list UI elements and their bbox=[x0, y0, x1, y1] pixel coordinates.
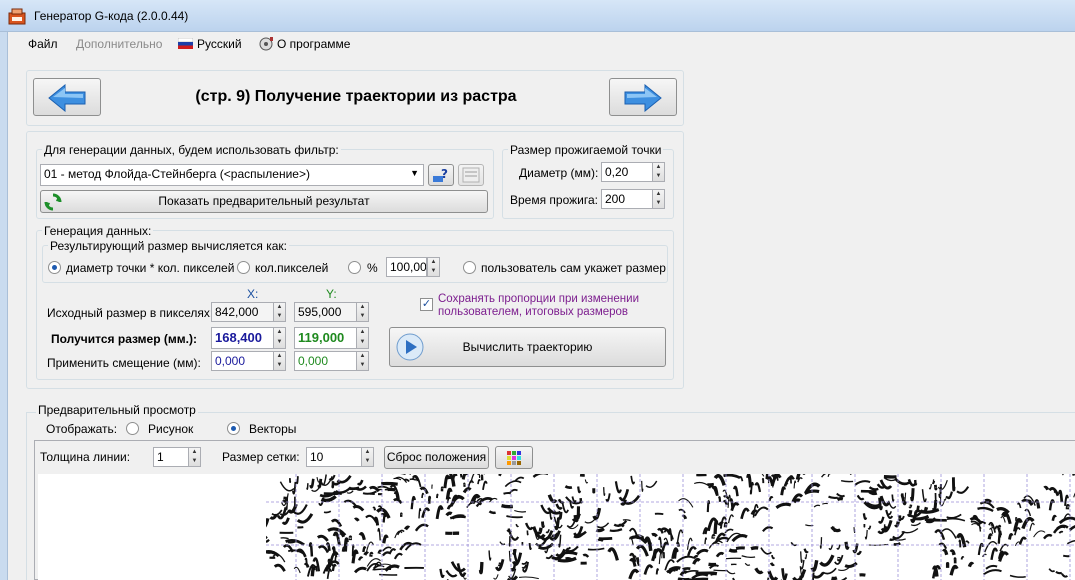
arrow-right-icon bbox=[624, 83, 662, 113]
offset-x-input[interactable]: 0,000 bbox=[211, 351, 274, 371]
filter-help-button[interactable]: ? bbox=[428, 164, 454, 186]
raster-preview-image bbox=[266, 474, 1075, 580]
x-header: X: bbox=[247, 287, 259, 301]
offset-y-spinner[interactable]: ▲ ▼ bbox=[356, 351, 369, 371]
window-title: Генератор G-кода (2.0.0.44) bbox=[34, 9, 189, 23]
menu-advanced[interactable]: Дополнительно bbox=[76, 37, 162, 51]
offset-y-input[interactable]: 0,000 bbox=[294, 351, 357, 371]
menu-file[interactable]: Файл bbox=[28, 37, 58, 51]
result-y-input[interactable]: 119,000 bbox=[294, 327, 357, 349]
radio-dot-diameter-label: диаметр точки * кол. пикселей bbox=[66, 261, 235, 275]
refresh-icon bbox=[44, 193, 62, 211]
radio-display-vectors-label: Векторы bbox=[249, 422, 297, 436]
burn-time-spinner[interactable]: ▲ ▼ bbox=[652, 189, 665, 209]
menu-about[interactable]: О программе bbox=[277, 37, 350, 51]
result-size-group-label: Результирующий размер вычисляется как: bbox=[48, 239, 289, 253]
result-size-label: Получится размер (мм.): bbox=[51, 332, 197, 346]
line-width-spinner[interactable]: ▲ ▼ bbox=[188, 447, 201, 467]
radio-user-size-label: пользователь сам укажет размер bbox=[481, 261, 666, 275]
filter-settings-button[interactable] bbox=[458, 164, 484, 186]
radio-percent-label: % bbox=[367, 261, 378, 275]
radio-pixel-count-label: кол.пикселей bbox=[255, 261, 329, 275]
grid-size-input[interactable]: 10 bbox=[306, 447, 362, 467]
radio-percent[interactable] bbox=[348, 261, 361, 274]
radio-display-picture[interactable] bbox=[126, 422, 139, 435]
settings-sheet-icon bbox=[462, 167, 480, 183]
radio-user-size[interactable] bbox=[463, 261, 476, 274]
palette-icon bbox=[507, 451, 521, 465]
reset-position-button[interactable]: Сброс положения bbox=[384, 446, 489, 469]
calculate-trajectory-button[interactable]: Вычислить траекторию bbox=[389, 327, 666, 367]
title-bar: Генератор G-кода (2.0.0.44) bbox=[0, 0, 1075, 32]
radio-display-vectors[interactable] bbox=[227, 422, 240, 435]
source-size-label: Исходный размер в пикселях: bbox=[47, 306, 214, 320]
app-icon bbox=[8, 8, 26, 25]
display-label: Отображать: bbox=[46, 422, 118, 436]
back-button[interactable] bbox=[33, 78, 101, 116]
dot-size-group-label: Размер прожигаемой точки bbox=[508, 143, 664, 157]
percent-spinner[interactable]: ▲ ▼ bbox=[427, 257, 440, 277]
next-button[interactable] bbox=[609, 78, 677, 116]
filter-select[interactable]: 01 - метод Флойда-Стейнберга (<распылени… bbox=[40, 164, 424, 186]
offset-label: Применить смещение (мм): bbox=[47, 356, 201, 370]
radio-pixel-count[interactable] bbox=[237, 261, 250, 274]
result-x-spinner[interactable]: ▲ ▼ bbox=[273, 327, 286, 349]
source-x-spinner[interactable]: ▲ ▼ bbox=[273, 302, 286, 322]
play-icon bbox=[396, 333, 424, 361]
preview-result-label: Показать предварительный результат bbox=[158, 194, 370, 208]
generation-group-label: Генерация данных: bbox=[42, 224, 154, 238]
arrow-left-icon bbox=[48, 83, 86, 113]
result-x-input[interactable]: 168,400 bbox=[211, 327, 274, 349]
grid-size-spinner[interactable]: ▲ ▼ bbox=[361, 447, 374, 467]
filter-select-value: 01 - метод Флойда-Стейнберга (<распылени… bbox=[44, 167, 310, 181]
diameter-label: Диаметр (мм): bbox=[519, 166, 599, 180]
burn-time-input[interactable]: 200 bbox=[601, 189, 653, 209]
svg-text:?: ? bbox=[441, 167, 448, 181]
source-y-input[interactable]: 595,000 bbox=[294, 302, 357, 322]
diameter-input[interactable]: 0,20 bbox=[601, 162, 653, 182]
offset-x-spinner[interactable]: ▲ ▼ bbox=[273, 351, 286, 371]
diameter-spinner[interactable]: ▲ ▼ bbox=[652, 162, 665, 182]
color-palette-button[interactable] bbox=[495, 446, 533, 469]
line-width-input[interactable]: 1 bbox=[153, 447, 189, 467]
page-title: (стр. 9) Получение траектории из растра bbox=[195, 88, 517, 105]
menu-language[interactable]: Русский bbox=[197, 37, 242, 51]
source-x-input[interactable]: 842,000 bbox=[211, 302, 274, 322]
source-y-spinner[interactable]: ▲ ▼ bbox=[356, 302, 369, 322]
keep-proportions-checkbox[interactable]: ✓ bbox=[420, 298, 433, 311]
help-icon: ? bbox=[433, 167, 448, 182]
y-header: Y: bbox=[326, 287, 337, 301]
percent-input[interactable]: 100,00 bbox=[386, 257, 427, 277]
line-width-label: Толщина линии: bbox=[40, 450, 131, 464]
preview-group-label: Предварительный просмотр bbox=[36, 403, 198, 417]
chevron-down-icon: ▼ bbox=[410, 168, 419, 178]
burn-time-label: Время прожига: bbox=[510, 193, 598, 207]
radio-display-picture-label: Рисунок bbox=[148, 422, 194, 436]
calculate-trajectory-label: Вычислить траекторию bbox=[462, 340, 593, 354]
filter-group-label: Для генерации данных, будем использовать… bbox=[42, 143, 341, 157]
flag-russia-icon bbox=[177, 37, 194, 49]
radio-dot-diameter[interactable] bbox=[48, 261, 61, 274]
grid-size-label: Размер сетки: bbox=[222, 450, 300, 464]
result-y-spinner[interactable]: ▲ ▼ bbox=[356, 327, 369, 349]
preview-result-button[interactable]: Показать предварительный результат bbox=[40, 190, 488, 213]
window-left-edge bbox=[0, 32, 8, 580]
about-icon bbox=[258, 36, 274, 51]
keep-proportions-label: Сохранять пропорции при изменении пользо… bbox=[438, 293, 639, 318]
